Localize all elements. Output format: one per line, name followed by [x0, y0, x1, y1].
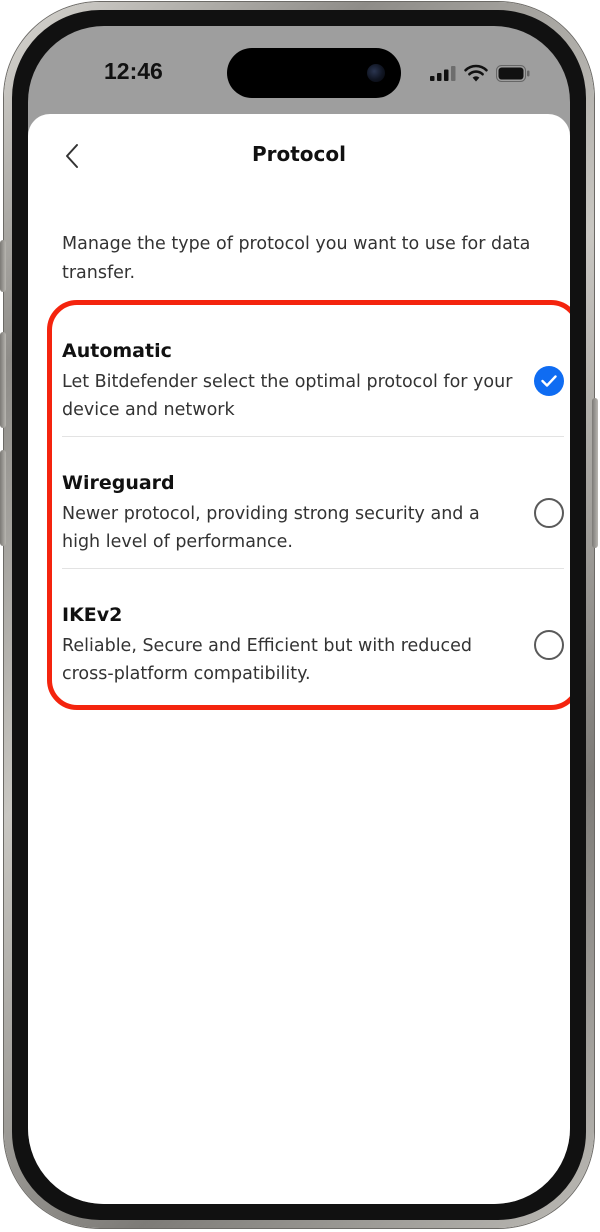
bezel: 12:46 Protocol Manage the type of protoc… — [12, 10, 586, 1220]
protocol-description: Manage the type of protocol you want to … — [62, 234, 531, 283]
option-subtitle: Reliable, Secure and Efficient but with … — [62, 636, 472, 684]
wifi-icon — [464, 64, 488, 82]
nav-bar: Protocol — [28, 114, 570, 200]
signal-icon — [430, 66, 456, 81]
option-ikev2[interactable]: IKEv2 Reliable, Secure and Efficient but… — [62, 602, 564, 688]
battery-icon — [496, 64, 530, 82]
camera-icon — [367, 64, 385, 82]
option-wireguard[interactable]: Wireguard Newer protocol, providing stro… — [62, 470, 564, 556]
divider — [62, 436, 564, 437]
radio-unselected[interactable] — [534, 498, 564, 528]
volume-down-button — [0, 450, 6, 546]
option-title: Wireguard — [62, 472, 175, 494]
radio-selected[interactable] — [534, 366, 564, 396]
phone-frame: 12:46 Protocol Manage the type of protoc… — [0, 2, 598, 1228]
checkmark-icon — [541, 375, 557, 387]
option-automatic[interactable]: Automatic Let Bitdefender select the opt… — [62, 338, 564, 424]
option-subtitle: Let Bitdefender select the optimal proto… — [62, 372, 513, 420]
screen: 12:46 Protocol Manage the type of protoc… — [28, 26, 570, 1204]
volume-up-button — [0, 332, 6, 428]
radio-unselected[interactable] — [534, 630, 564, 660]
status-time: 12:46 — [104, 58, 163, 84]
protocol-sheet: Protocol Manage the type of protocol you… — [28, 114, 570, 1204]
option-title: IKEv2 — [62, 604, 123, 626]
action-button — [0, 240, 6, 292]
option-title: Automatic — [62, 340, 172, 362]
option-subtitle: Newer protocol, providing strong securit… — [62, 504, 480, 552]
page-title: Protocol — [251, 142, 346, 166]
status-icons — [430, 64, 530, 82]
status-bar: 12:46 — [28, 26, 570, 112]
dynamic-island — [227, 48, 401, 98]
power-button — [592, 398, 598, 548]
divider — [62, 568, 564, 569]
